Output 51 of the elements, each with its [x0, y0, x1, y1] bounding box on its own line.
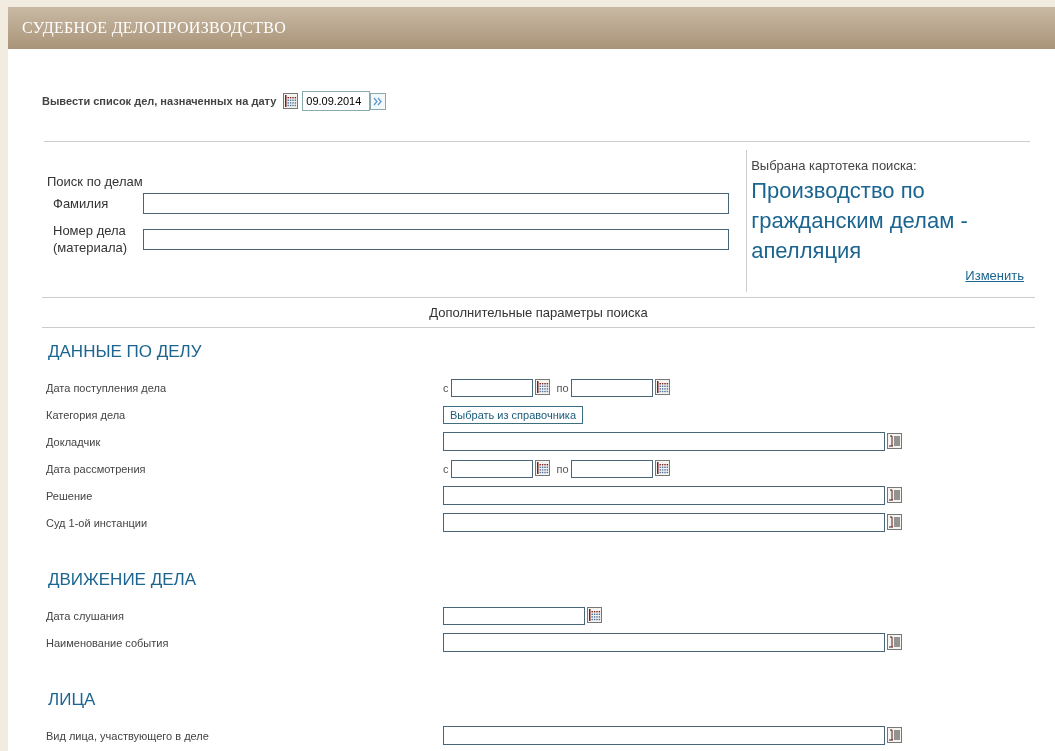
- text-field[interactable]: [443, 633, 885, 652]
- index-caption: Выбрана картотека поиска:: [751, 158, 917, 173]
- text-field[interactable]: [443, 486, 885, 505]
- date-field[interactable]: [570, 459, 653, 478]
- to-label: по: [556, 462, 569, 475]
- advanced-title: Дополнительные параметры поиска: [429, 305, 648, 320]
- text-field[interactable]: [143, 193, 729, 214]
- go-icon[interactable]: [370, 92, 387, 110]
- to-label: по: [556, 381, 569, 394]
- from-label: с: [443, 381, 449, 394]
- field-label: Суд 1-ой инстанции: [46, 516, 149, 529]
- date-label: Вывести список дел, назначенных на дату: [42, 95, 277, 107]
- field-label: Решение: [46, 489, 94, 502]
- date-field[interactable]: [450, 459, 533, 478]
- from-label: с: [443, 462, 449, 475]
- field-label: Докладчик: [46, 435, 102, 448]
- text-field[interactable]: [443, 432, 885, 451]
- field-label: Категория дела: [46, 408, 127, 421]
- calendar-icon[interactable]: [587, 607, 603, 624]
- text-field[interactable]: [443, 726, 885, 745]
- text-field[interactable]: [443, 513, 885, 532]
- date-field[interactable]: [450, 378, 533, 397]
- text-field[interactable]: [143, 228, 729, 250]
- field-label: Вид лица, участвующего в деле: [46, 729, 210, 742]
- calendar-icon[interactable]: [283, 92, 300, 110]
- date-field[interactable]: [570, 378, 653, 397]
- date-field[interactable]: [443, 606, 585, 625]
- section-title: ДВИЖЕНИЕ ДЕЛА: [48, 570, 196, 590]
- page-title: СУДЕБНОЕ ДЕЛОПРОИЗВОДСТВО: [22, 19, 287, 37]
- field-label: Номер дела (материала): [52, 222, 129, 256]
- section-title: ДАННЫЕ ПО ДЕЛУ: [48, 342, 202, 362]
- select-button[interactable]: Выбрать из справочника: [443, 405, 584, 424]
- date-field[interactable]: 09.09.2014: [302, 91, 371, 111]
- list-icon[interactable]: [887, 634, 903, 651]
- field-label: Наименование события: [46, 636, 170, 649]
- field-label: Дата рассмотрения: [46, 462, 147, 475]
- calendar-icon[interactable]: [654, 460, 671, 477]
- list-icon[interactable]: [887, 514, 903, 531]
- section-title: ЛИЦА: [48, 690, 96, 710]
- list-icon[interactable]: [887, 727, 903, 744]
- search-title: Поиск по делам: [47, 174, 143, 189]
- calendar-icon[interactable]: [534, 379, 551, 396]
- calendar-icon[interactable]: [654, 379, 671, 396]
- calendar-icon[interactable]: [534, 460, 551, 477]
- field-label: Фамилия: [52, 195, 110, 212]
- change-link[interactable]: Изменить: [965, 268, 1024, 283]
- list-icon[interactable]: [887, 487, 903, 504]
- list-icon[interactable]: [887, 433, 903, 450]
- index-name: Производство по гражданским делам - апелляция: [751, 177, 969, 265]
- field-label: Дата слушания: [46, 609, 125, 622]
- field-label: Дата поступления дела: [46, 381, 168, 394]
